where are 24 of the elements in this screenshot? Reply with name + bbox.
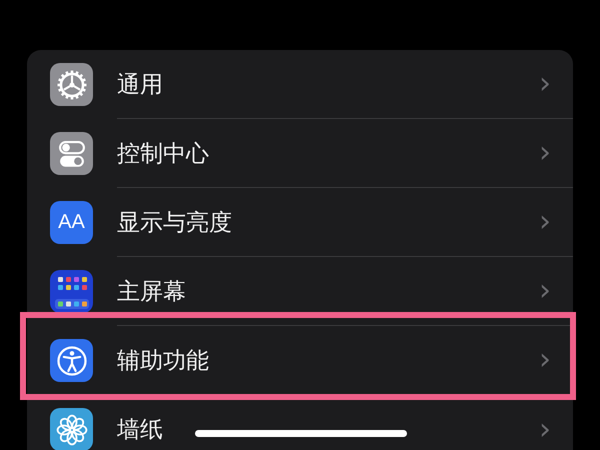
display-icon: AA xyxy=(50,201,93,244)
settings-label: 通用 xyxy=(117,70,163,100)
chevron-icon: › xyxy=(539,138,551,168)
flower-icon xyxy=(50,408,93,450)
settings-label: 主屏幕 xyxy=(117,278,186,306)
settings-label: 墙纸 xyxy=(117,416,163,445)
settings-row[interactable]: 主屏幕 › xyxy=(27,257,573,326)
settings-row[interactable]: 控制中心 › xyxy=(27,119,573,188)
settings-label: 辅助功能 xyxy=(117,346,209,376)
gear-icon xyxy=(50,63,93,106)
toggle-switches-icon xyxy=(50,132,93,175)
chevron-icon: › xyxy=(539,207,551,237)
chevron-icon: › xyxy=(539,276,551,306)
app-grid-icon xyxy=(50,270,93,313)
settings-row[interactable]: 墙纸 › xyxy=(27,395,573,450)
chevron-icon: › xyxy=(539,69,551,99)
settings-label: 显示与亮度 xyxy=(117,208,232,238)
accessibility-icon xyxy=(50,339,93,382)
settings-row[interactable]: 通用 › xyxy=(27,50,573,119)
settings-row[interactable]: AA 显示与亮度 › xyxy=(27,188,573,257)
settings-row[interactable]: 辅助功能 › xyxy=(27,326,573,395)
chevron-icon: › xyxy=(539,414,551,444)
chevron-icon: › xyxy=(539,345,551,375)
settings-label: 控制中心 xyxy=(117,140,209,168)
